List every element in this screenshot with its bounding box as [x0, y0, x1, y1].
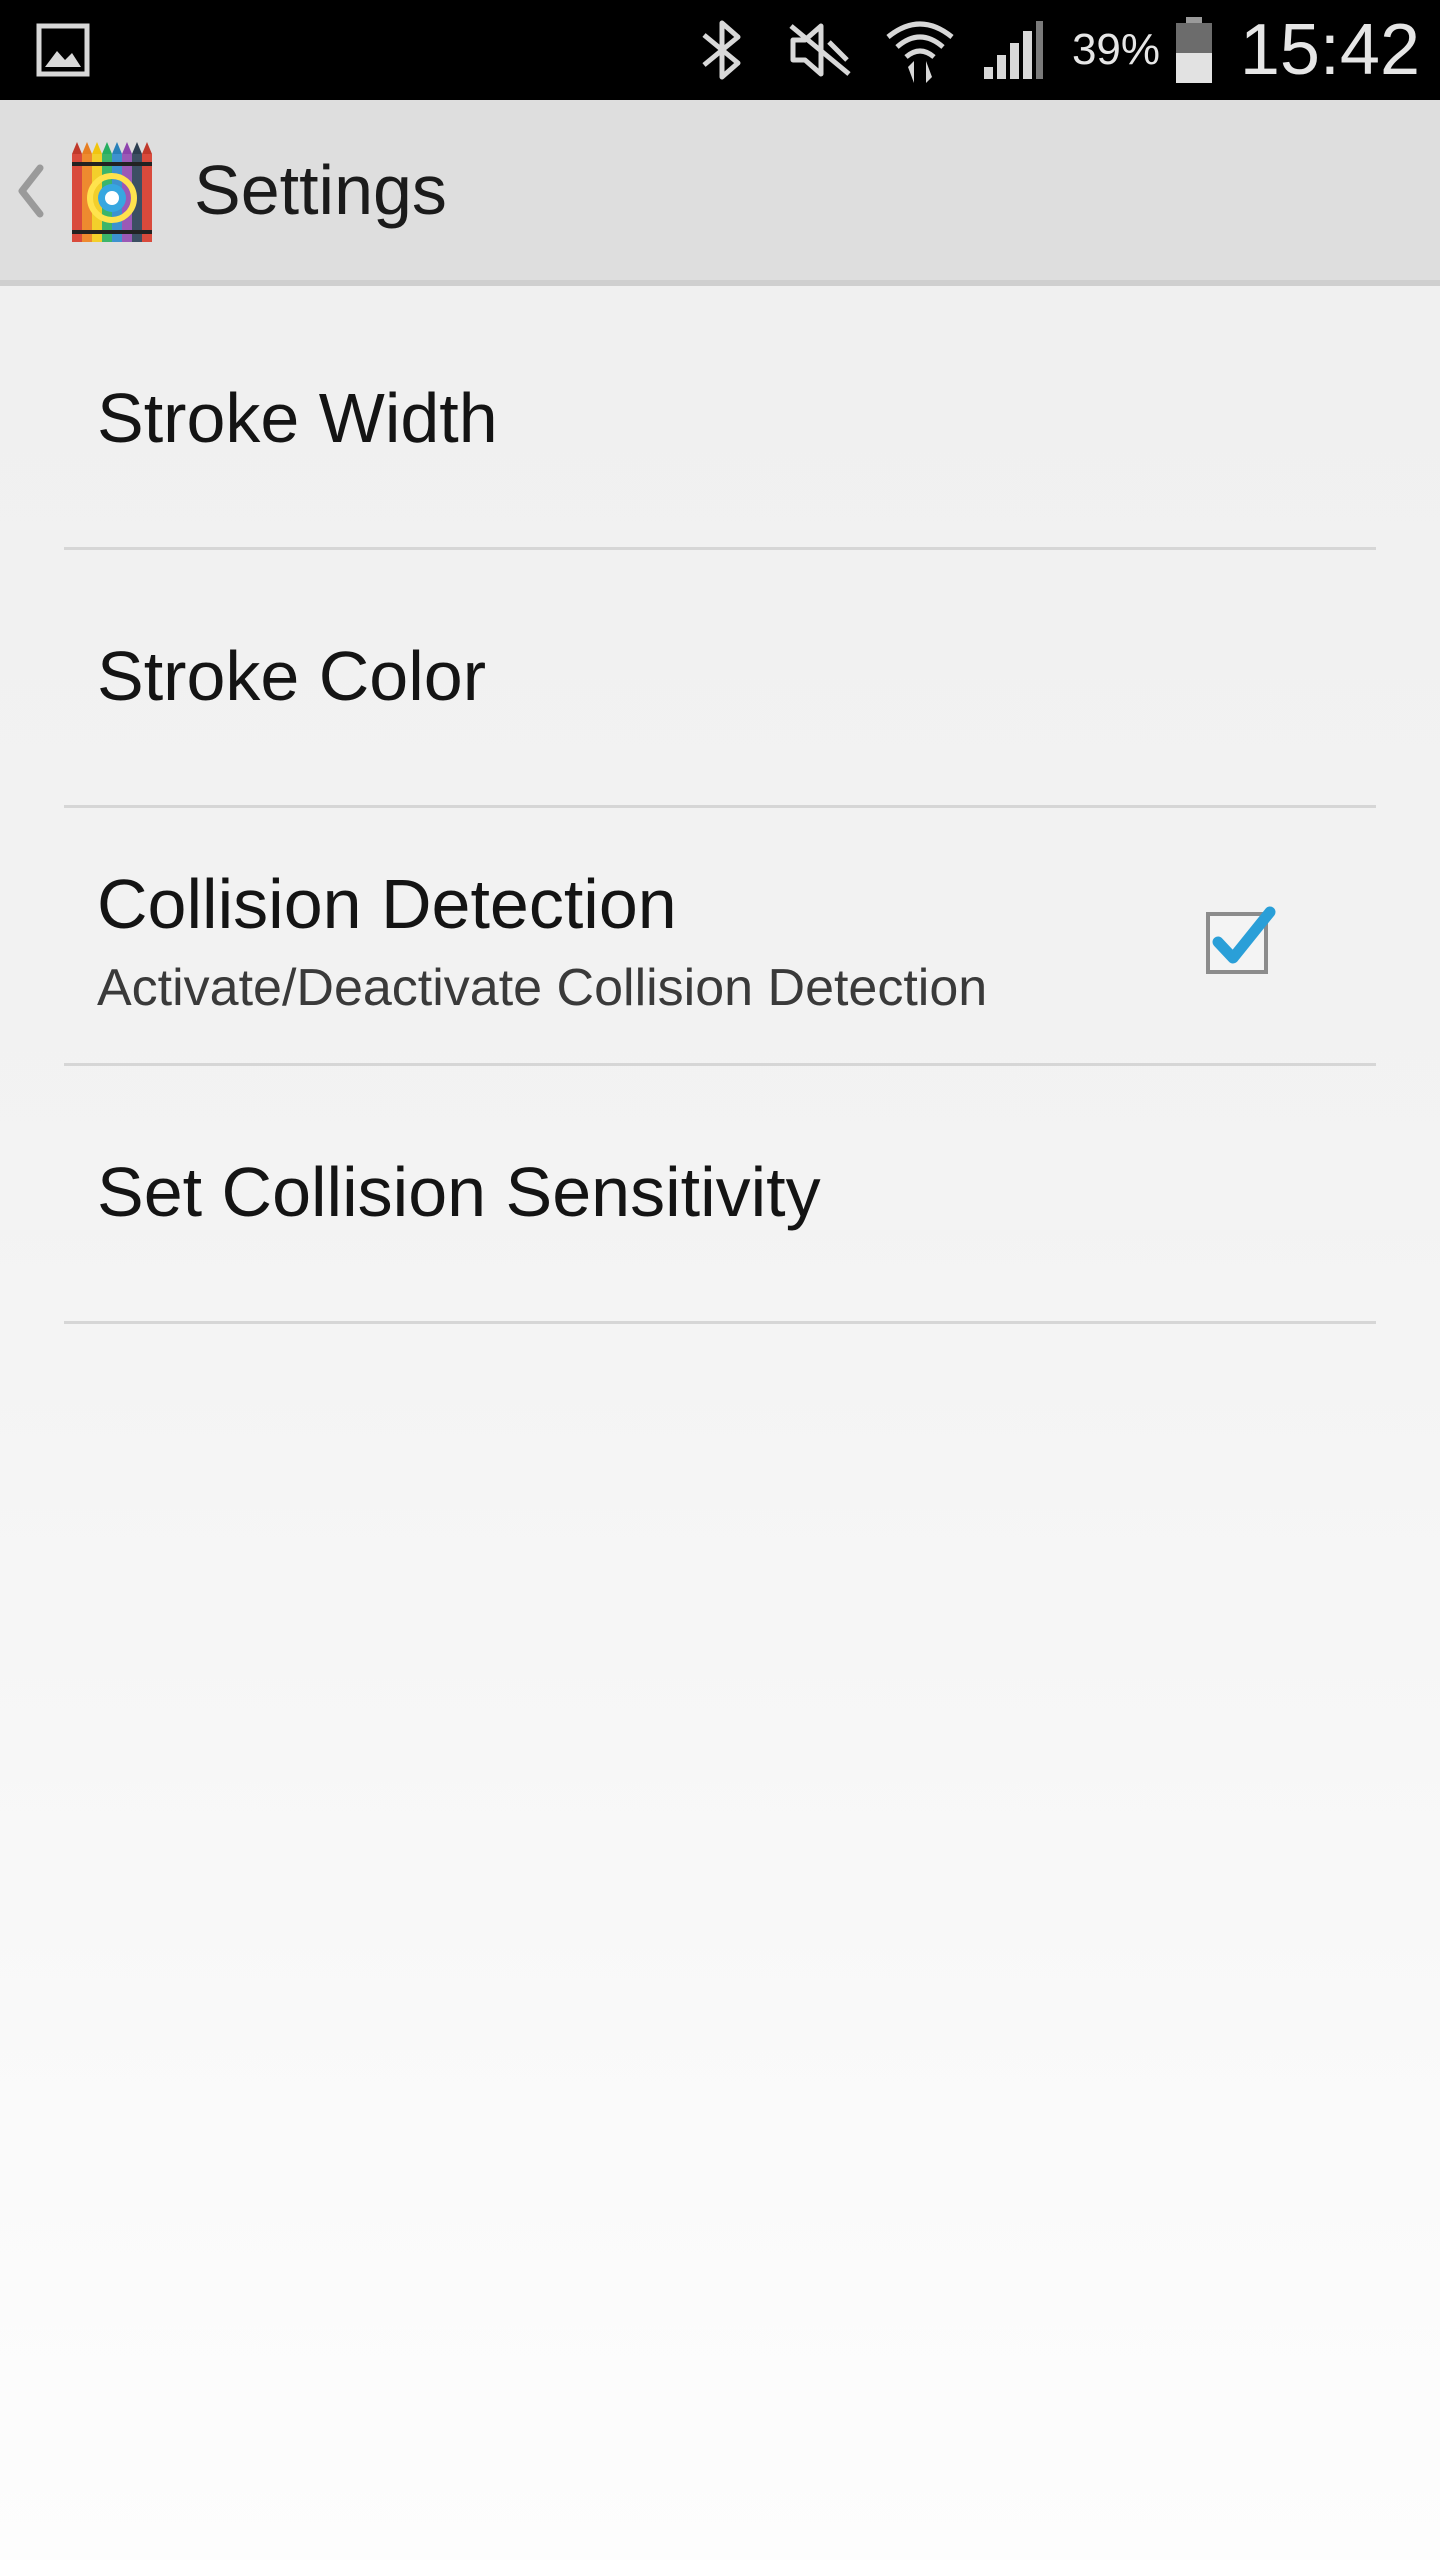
mute-icon — [782, 0, 858, 100]
battery-percent: 39% — [1071, 25, 1161, 74]
crayon-box-icon — [72, 142, 152, 242]
chevron-left-icon — [18, 164, 44, 218]
pref-stroke-color[interactable]: Stroke Color — [0, 550, 1440, 808]
clock: 15:42 — [1239, 10, 1420, 90]
pref-title: Stroke Width — [97, 379, 498, 457]
action-bar: Settings — [0, 100, 1440, 286]
status-bar: 39% 15:42 — [0, 0, 1440, 100]
collision-detection-checkbox[interactable] — [1204, 904, 1276, 976]
preference-list: Stroke Width Stroke Color Collision Dete… — [0, 292, 1440, 1324]
pref-title: Stroke Color — [97, 637, 487, 715]
pref-summary: Activate/Deactivate Collision Detection — [97, 959, 988, 1017]
bluetooth-icon — [692, 0, 752, 100]
battery-icon — [1170, 0, 1218, 100]
pref-collision-detection[interactable]: Collision Detection Activate/Deactivate … — [0, 808, 1440, 1066]
wifi-icon — [882, 0, 958, 100]
pref-title: Collision Detection — [97, 865, 677, 943]
signal-icon — [978, 0, 1048, 100]
pref-stroke-width[interactable]: Stroke Width — [0, 292, 1440, 550]
pref-collision-sensitivity[interactable]: Set Collision Sensitivity — [0, 1066, 1440, 1324]
up-button[interactable] — [0, 100, 170, 280]
gallery-icon — [34, 0, 92, 100]
page-title: Settings — [194, 151, 447, 229]
pref-title: Set Collision Sensitivity — [97, 1153, 821, 1231]
